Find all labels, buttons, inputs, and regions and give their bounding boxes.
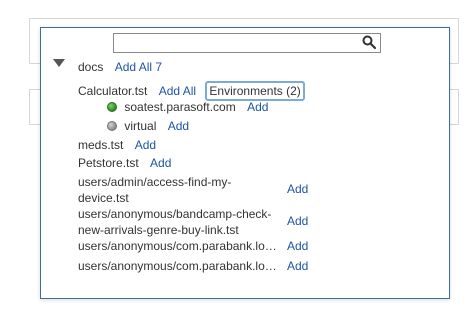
status-offline-icon bbox=[107, 121, 117, 131]
file-label: Calculator.tst bbox=[78, 84, 148, 98]
add-file-button[interactable]: Add bbox=[287, 258, 308, 274]
environments-toggle-button[interactable]: Environments (2) bbox=[205, 81, 305, 101]
file-label: users/anonymous/com.parabank.lo… bbox=[78, 259, 277, 273]
add-file-button[interactable]: Add bbox=[287, 238, 308, 254]
tree-node-petstore: Petstore.tst Add bbox=[78, 155, 171, 171]
tree-node-docs: docs Add All 7 bbox=[78, 59, 162, 75]
environment-label: virtual bbox=[124, 119, 157, 133]
search-input[interactable] bbox=[114, 34, 362, 52]
search-field[interactable] bbox=[113, 33, 381, 53]
add-environment-button[interactable]: Add bbox=[247, 100, 268, 114]
tree-node-meds: meds.tst Add bbox=[78, 137, 156, 153]
add-file-button[interactable]: Add bbox=[135, 138, 156, 152]
file-label: users/admin/access-find-my-device.tst bbox=[78, 175, 232, 205]
add-all-calculator-button[interactable]: Add All bbox=[159, 84, 196, 98]
add-tests-popup: docs Add All 7 Calculator.tst Add All En… bbox=[40, 27, 450, 299]
folder-label: docs bbox=[78, 60, 104, 74]
tree-node-calculator: Calculator.tst Add All Environments (2) bbox=[78, 81, 305, 101]
file-label: users/anonymous/bandcamp-check-new-arriv… bbox=[78, 207, 272, 237]
add-file-button[interactable]: Add bbox=[150, 156, 171, 170]
file-label: meds.tst bbox=[78, 138, 124, 152]
file-label: users/anonymous/com.parabank.lo… bbox=[78, 239, 277, 253]
search-icon[interactable] bbox=[362, 35, 376, 49]
add-file-button[interactable]: Add bbox=[287, 181, 308, 197]
file-label: Petstore.tst bbox=[78, 156, 139, 170]
add-all-button[interactable]: Add All 7 bbox=[115, 60, 162, 74]
environment-item-soatest: soatest.parasoft.com Add bbox=[107, 99, 268, 115]
status-online-icon bbox=[107, 102, 117, 112]
collapse-caret-icon[interactable] bbox=[53, 58, 65, 68]
environment-item-virtual: virtual Add bbox=[107, 118, 189, 134]
add-environment-button[interactable]: Add bbox=[168, 119, 189, 133]
add-file-button[interactable]: Add bbox=[287, 213, 308, 229]
environment-label: soatest.parasoft.com bbox=[124, 100, 236, 114]
